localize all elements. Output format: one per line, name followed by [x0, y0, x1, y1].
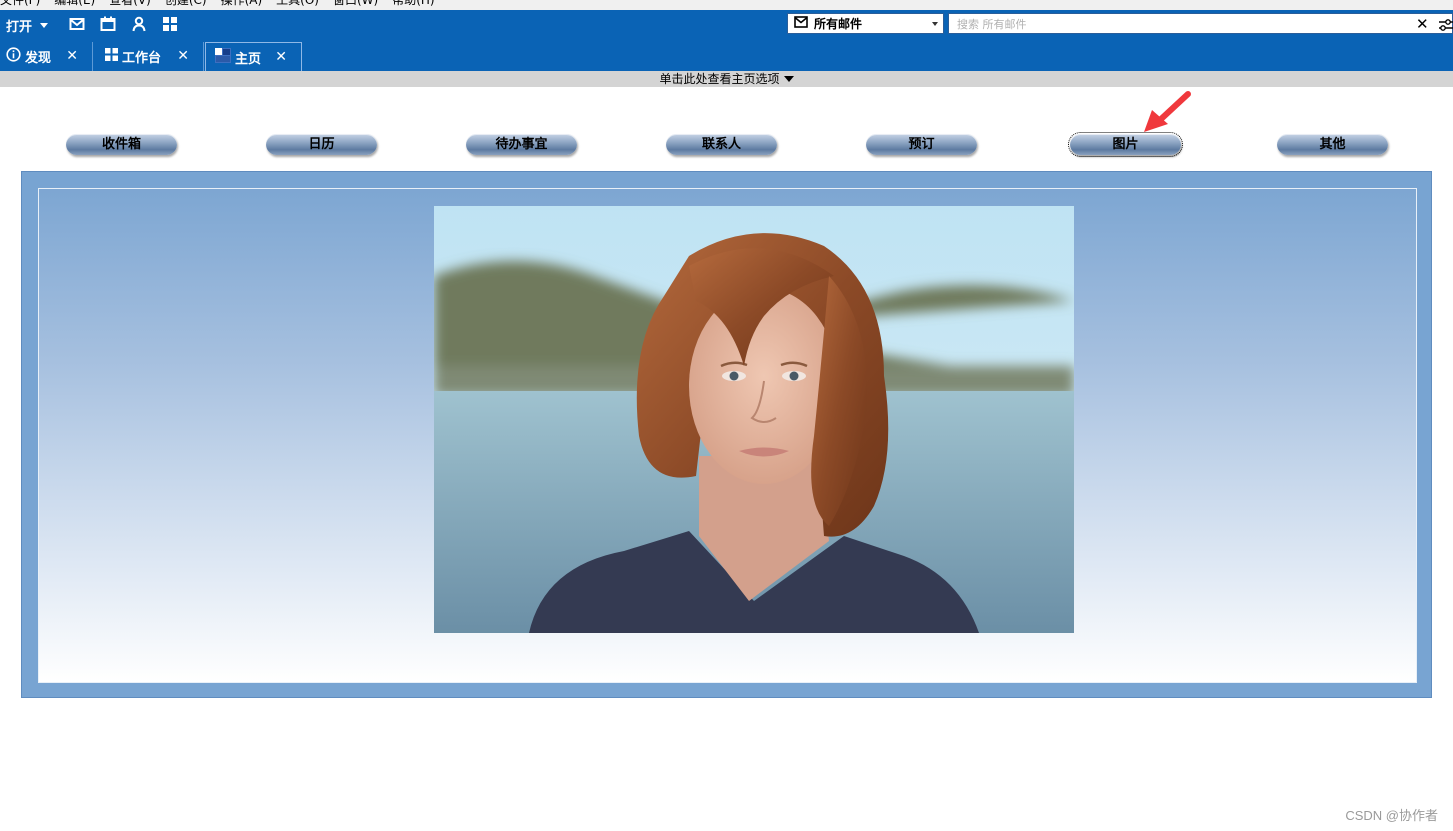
caret-down-icon: [783, 76, 794, 82]
close-icon[interactable]: ✕: [66, 48, 78, 64]
mail-icon[interactable]: [69, 16, 85, 32]
home-page-icon: [215, 47, 231, 67]
close-icon[interactable]: ✕: [275, 49, 287, 65]
home-options-bar[interactable]: 单击此处查看主页选项: [0, 71, 1453, 87]
calendar-icon[interactable]: [100, 16, 116, 32]
tab-workbench-label: 工作台: [122, 51, 162, 66]
tab-discover[interactable]: 发现 ✕: [0, 42, 93, 71]
nav-button-calendar[interactable]: 日历: [266, 134, 377, 155]
open-label: 打开: [6, 20, 33, 35]
menu-edit[interactable]: 编辑(E): [54, 0, 95, 8]
close-icon[interactable]: ✕: [1416, 15, 1429, 33]
tab-workbench[interactable]: 工作台 ✕: [94, 42, 204, 71]
menu-actions[interactable]: 操作(A): [221, 0, 263, 8]
menu-create[interactable]: 创建(C): [165, 0, 207, 8]
tab-home-label: 主页: [235, 51, 262, 67]
menu-help[interactable]: 帮助(H): [392, 0, 434, 8]
tab-discover-label: 发现: [25, 51, 52, 66]
folder-select-value: 所有邮件: [814, 17, 863, 31]
folder-select[interactable]: 所有邮件: [787, 13, 944, 34]
red-arrow-annotation: [1140, 88, 1196, 142]
close-icon[interactable]: ✕: [177, 48, 189, 64]
nav-button-other[interactable]: 其他: [1277, 134, 1388, 155]
mail-icon: [794, 16, 808, 31]
grid-icon[interactable]: [162, 16, 178, 32]
menu-view[interactable]: 查看(V): [109, 0, 151, 8]
tab-bar: 发现 ✕ 工作台 ✕ 主页 ✕: [0, 39, 1453, 71]
search-box: ✕: [948, 13, 1453, 36]
main-panel-inner: [38, 188, 1417, 683]
menu-window[interactable]: 窗口(W): [333, 0, 378, 8]
info-icon: [6, 47, 21, 66]
chevron-down-icon: [932, 22, 938, 26]
watermark: CSDN @协作者: [1345, 808, 1438, 823]
portrait-photo: [434, 206, 1074, 633]
open-button[interactable]: 打开: [6, 16, 49, 35]
tab-home[interactable]: 主页 ✕: [205, 42, 302, 71]
nav-button-contacts[interactable]: 联系人: [666, 134, 777, 155]
search-input[interactable]: [949, 14, 1419, 35]
contact-icon[interactable]: [131, 16, 147, 32]
menu-tools[interactable]: 工具(O): [276, 0, 319, 8]
nav-button-inbox[interactable]: 收件箱: [66, 134, 177, 155]
filter-settings-icon[interactable]: [1439, 17, 1453, 36]
home-options-label: 单击此处查看主页选项: [659, 72, 780, 86]
menu-file[interactable]: 文件(F): [0, 0, 40, 8]
main-panel: [21, 171, 1432, 698]
nav-button-todo[interactable]: 待办事宜: [466, 134, 577, 155]
menu-bar: 文件(F) 编辑(E) 查看(V) 创建(C) 操作(A) 工具(O) 窗口(W…: [0, 0, 1453, 10]
main-toolbar: 打开 所有邮件 ✕: [0, 10, 1453, 39]
nav-button-booking[interactable]: 预订: [866, 134, 977, 155]
caret-down-icon: [40, 23, 49, 28]
grid-icon: [105, 48, 118, 65]
